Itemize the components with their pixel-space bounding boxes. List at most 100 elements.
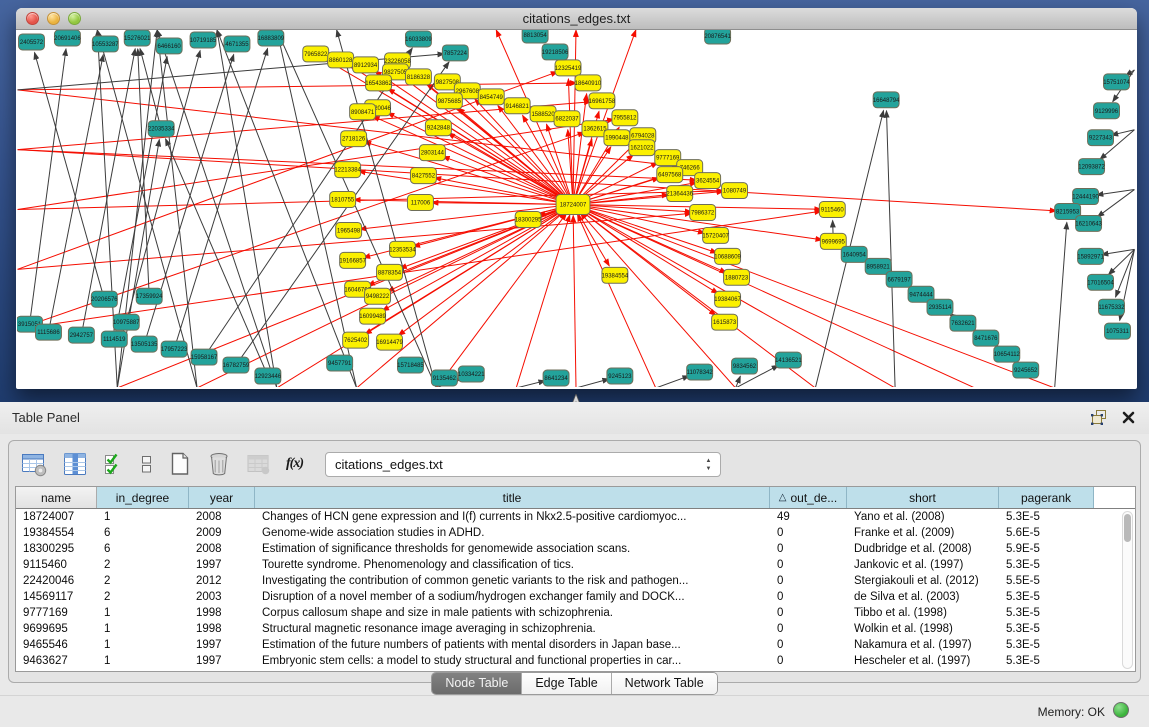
graph-node[interactable]: 18724007 bbox=[556, 195, 590, 215]
column-header-title[interactable]: title bbox=[255, 487, 770, 508]
graph-node[interactable]: 2935114 bbox=[927, 299, 953, 315]
graph-node[interactable]: 6822037 bbox=[554, 111, 580, 127]
graph-node[interactable]: 12353534 bbox=[389, 241, 416, 257]
table-row[interactable]: 946362711997Embryonic stem cells: a mode… bbox=[16, 653, 1135, 669]
table-scrollbar[interactable] bbox=[1122, 511, 1133, 669]
graph-node[interactable]: 4671355 bbox=[224, 36, 250, 52]
graph-node[interactable]: 22035334 bbox=[148, 121, 175, 137]
scrollbar-thumb[interactable] bbox=[1124, 514, 1131, 542]
graph-node[interactable]: 15276021 bbox=[124, 30, 151, 46]
graph-node[interactable]: 12213384 bbox=[334, 162, 361, 178]
graph-edge[interactable] bbox=[1116, 249, 1135, 297]
table-selector-dropdown[interactable]: citations_edges.txt ▲▼ bbox=[325, 452, 721, 477]
graph-node[interactable]: 9875685 bbox=[436, 93, 462, 109]
column-header-in-degree[interactable]: in_degree bbox=[97, 487, 189, 508]
table-row[interactable]: 969969511998Structural magnetic resonanc… bbox=[16, 621, 1135, 637]
graph-edge[interactable] bbox=[581, 191, 724, 203]
graph-node[interactable]: 15718485 bbox=[397, 357, 424, 373]
new-file-icon[interactable] bbox=[166, 451, 194, 477]
column-header-short[interactable]: short bbox=[847, 487, 999, 508]
graph-node[interactable]: 1965498 bbox=[336, 222, 362, 238]
table-row[interactable]: 911546021997Tourette syndrome. Phenomeno… bbox=[16, 557, 1135, 573]
graph-node[interactable]: 13505135 bbox=[131, 336, 158, 352]
column-header-out-de-[interactable]: △out_de... bbox=[770, 487, 847, 508]
column-header-pagerank[interactable]: pagerank bbox=[999, 487, 1094, 508]
table-row[interactable]: 1938455462009Genome-wide association stu… bbox=[16, 525, 1135, 541]
graph-edge[interactable] bbox=[656, 376, 690, 387]
graph-edge[interactable] bbox=[138, 49, 149, 288]
network-window-titlebar[interactable]: citations_edges.txt bbox=[16, 8, 1137, 30]
table-row[interactable]: 1456911722003Disruption of a novel membe… bbox=[16, 589, 1135, 605]
graph-node[interactable]: 7955812 bbox=[612, 110, 638, 126]
graph-edge[interactable] bbox=[886, 111, 895, 387]
graph-node[interactable]: 8641234 bbox=[543, 370, 569, 386]
graph-node[interactable]: 8427552 bbox=[410, 168, 436, 184]
column-header-year[interactable]: year bbox=[189, 487, 255, 508]
graph-node[interactable]: 16648794 bbox=[873, 92, 900, 108]
graph-node[interactable]: 7986372 bbox=[690, 205, 716, 221]
graph-node[interactable]: 20691406 bbox=[54, 30, 81, 46]
graph-node[interactable]: 16961758 bbox=[589, 93, 616, 109]
graph-node[interactable]: 20876541 bbox=[704, 30, 731, 44]
graph-node[interactable]: 9129996 bbox=[1094, 103, 1120, 119]
graph-node[interactable]: 21364436 bbox=[666, 186, 693, 202]
graph-node[interactable]: 117006 bbox=[407, 195, 433, 211]
tab-node-table[interactable]: Node Table bbox=[432, 673, 522, 694]
graph-edge[interactable] bbox=[50, 55, 103, 325]
graph-node[interactable]: 8813054 bbox=[522, 30, 548, 43]
graph-edge[interactable] bbox=[576, 379, 609, 387]
graph-node[interactable]: 9834562 bbox=[732, 358, 758, 374]
graph-edge[interactable] bbox=[579, 143, 635, 199]
function-builder-icon[interactable]: f(x) bbox=[284, 456, 305, 472]
graph-node[interactable]: 10553287 bbox=[92, 36, 119, 52]
graph-node[interactable]: 19384554 bbox=[602, 267, 629, 283]
graph-node[interactable]: 8912934 bbox=[353, 57, 379, 73]
node-table[interactable]: namein_degreeyeartitle△out_de...shortpag… bbox=[15, 486, 1136, 672]
graph-node[interactable]: 9245652 bbox=[1013, 362, 1039, 378]
graph-edge[interactable] bbox=[217, 30, 277, 387]
graph-node[interactable]: 2942757 bbox=[68, 327, 94, 343]
graph-node[interactable]: 11078342 bbox=[687, 364, 714, 380]
graph-node[interactable]: 9242848 bbox=[425, 120, 451, 136]
graph-edge[interactable] bbox=[217, 30, 357, 387]
graph-node[interactable]: 7625402 bbox=[343, 332, 369, 348]
table-row[interactable]: 2242004622012Investigating the contribut… bbox=[16, 573, 1135, 589]
network-window[interactable]: citations_edges.txt 18724007 18300295 1938… bbox=[16, 8, 1137, 389]
graph-edge[interactable] bbox=[140, 49, 159, 121]
graph-node[interactable]: 9457791 bbox=[327, 355, 353, 371]
graph-node[interactable]: 12325419 bbox=[555, 60, 582, 76]
delete-icon[interactable] bbox=[205, 451, 233, 477]
zoom-window-button[interactable] bbox=[68, 12, 81, 25]
graph-node[interactable]: 1115686 bbox=[36, 324, 62, 340]
graph-node[interactable]: 7965822 bbox=[303, 46, 329, 62]
graph-node[interactable]: 1080749 bbox=[722, 183, 748, 199]
graph-node[interactable]: 2718126 bbox=[341, 131, 367, 147]
table-row[interactable]: 1872400712008Changes of HCN gene express… bbox=[16, 509, 1135, 525]
graph-node[interactable]: 1621022 bbox=[629, 140, 655, 156]
graph-node[interactable]: 16543862 bbox=[365, 75, 392, 91]
table-row[interactable]: 946554611997Estimation of the future num… bbox=[16, 637, 1135, 653]
graph-node[interactable]: 18300295 bbox=[515, 211, 542, 227]
graph-node[interactable]: 16914479 bbox=[376, 334, 403, 350]
graph-edge[interactable] bbox=[35, 53, 103, 292]
column-header-name[interactable]: name bbox=[16, 487, 97, 508]
graph-node[interactable]: 18640910 bbox=[575, 75, 602, 91]
graph-node[interactable]: 19166857 bbox=[339, 252, 366, 268]
graph-node[interactable]: 17016504 bbox=[1087, 274, 1114, 290]
minimize-window-button[interactable] bbox=[47, 12, 60, 25]
graph-node[interactable]: 11675332 bbox=[1098, 299, 1125, 315]
graph-node[interactable]: 1640954 bbox=[841, 246, 867, 262]
graph-node[interactable]: 9146821 bbox=[504, 98, 530, 114]
graph-node[interactable]: 6679197 bbox=[886, 271, 912, 287]
graph-node[interactable]: 10334221 bbox=[458, 366, 485, 382]
graph-edge[interactable] bbox=[573, 215, 576, 387]
table-row[interactable]: 1830029562008Estimation of significance … bbox=[16, 541, 1135, 557]
graph-edge[interactable] bbox=[516, 381, 545, 387]
graph-node[interactable]: 16883809 bbox=[258, 30, 285, 46]
graph-edge[interactable] bbox=[578, 215, 656, 387]
tab-network-table[interactable]: Network Table bbox=[612, 673, 717, 694]
graph-edge[interactable] bbox=[209, 48, 413, 350]
graph-node[interactable]: 14136521 bbox=[775, 352, 802, 368]
graph-node[interactable]: 6466160 bbox=[156, 38, 182, 54]
table-settings-icon[interactable] bbox=[19, 451, 49, 477]
